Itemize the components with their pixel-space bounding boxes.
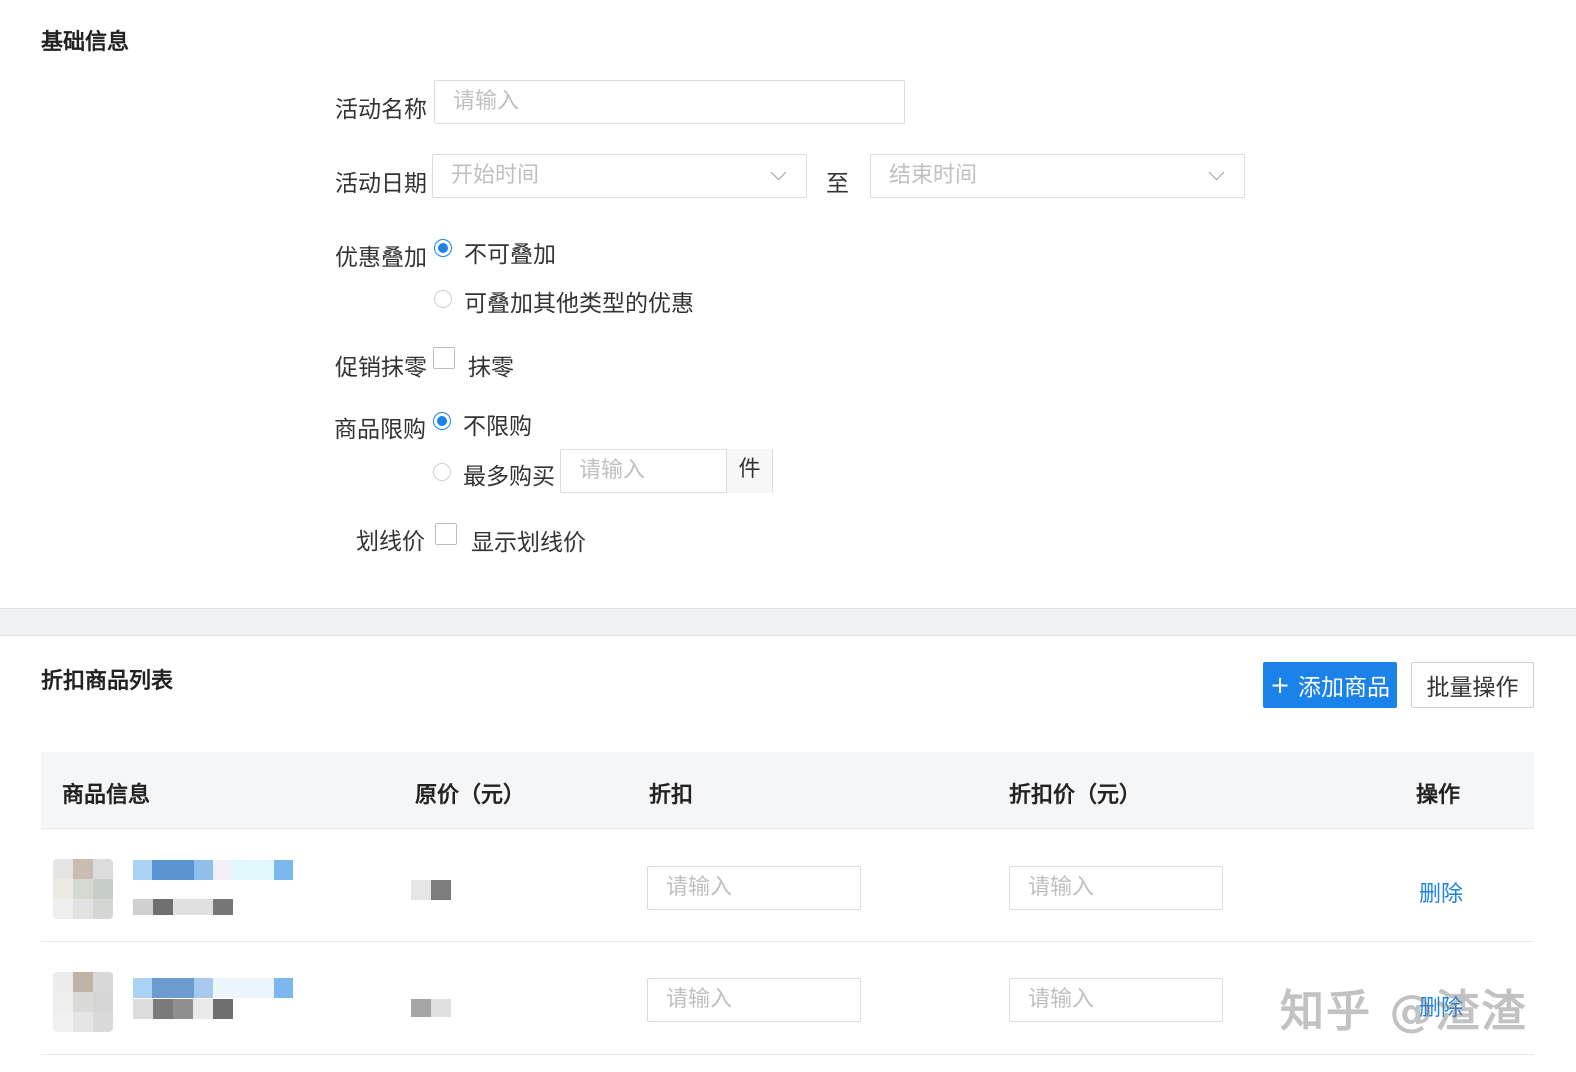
radio-can-stack[interactable]: [434, 290, 452, 308]
discount-price-input[interactable]: 请输入: [1009, 978, 1223, 1022]
table-row: 请输入 请输入 删除: [41, 829, 1534, 942]
radio-can-stack-label: 可叠加其他类型的优惠: [464, 291, 694, 317]
rounding-checkbox[interactable]: [433, 347, 455, 369]
max-purchase-input-group[interactable]: 请输入 件: [560, 449, 773, 493]
product-spec-blurred: [133, 899, 233, 915]
product-spec-blurred: [133, 999, 233, 1019]
product-thumbnail: [53, 972, 113, 1032]
discount-stack-label: 优惠叠加: [335, 245, 427, 271]
column-header-original-price: 原价（元）: [415, 783, 526, 808]
section-divider: [0, 608, 1576, 636]
rounding-option-label: 抹零: [468, 355, 514, 381]
radio-unlimited[interactable]: [433, 412, 451, 430]
watermark: 知乎 @渣渣: [1280, 986, 1528, 1037]
discount-price-input[interactable]: 请输入: [1009, 866, 1223, 910]
start-date-placeholder: 开始时间: [451, 163, 540, 188]
strike-price-label: 划线价: [356, 529, 425, 555]
original-price-blurred: [411, 999, 451, 1017]
column-header-actions: 操作: [1416, 783, 1461, 808]
column-header-product-info: 商品信息: [62, 783, 151, 808]
strike-price-option-label: 显示划线价: [471, 530, 586, 556]
radio-unlimited-label: 不限购: [463, 414, 532, 440]
strike-price-checkbox[interactable]: [435, 523, 457, 545]
column-header-discount-price: 折扣价（元）: [1009, 783, 1142, 808]
section-title-basic-info: 基础信息: [41, 30, 130, 55]
end-date-picker[interactable]: 结束时间: [870, 154, 1245, 198]
discount-input[interactable]: 请输入: [647, 866, 861, 910]
activity-date-label: 活动日期: [335, 171, 427, 197]
end-date-placeholder: 结束时间: [889, 163, 978, 188]
chevron-down-icon: [1208, 164, 1225, 181]
activity-name-input[interactable]: 请输入: [434, 80, 905, 124]
radio-max-purchase[interactable]: [433, 463, 451, 481]
original-price-blurred: [411, 880, 451, 900]
rounding-label: 促销抹零: [335, 355, 427, 381]
delete-link[interactable]: 删除: [1419, 876, 1463, 908]
product-thumbnail: [53, 859, 113, 919]
discount-price-placeholder: 请输入: [1028, 987, 1095, 1012]
product-name-blurred: [133, 978, 293, 998]
table-header: 商品信息 原价（元） 折扣 折扣价（元） 操作: [41, 752, 1534, 829]
plus-icon: +: [1269, 671, 1291, 699]
unit-addon: 件: [726, 449, 772, 493]
discount-price-placeholder: 请输入: [1028, 875, 1095, 900]
purchase-limit-label: 商品限购: [334, 417, 426, 443]
radio-no-stack[interactable]: [434, 239, 452, 257]
discount-placeholder: 请输入: [666, 987, 733, 1012]
product-name-blurred: [133, 860, 293, 880]
activity-name-label: 活动名称: [335, 97, 427, 123]
discount-input[interactable]: 请输入: [647, 978, 861, 1022]
radio-max-purchase-label: 最多购买: [463, 464, 555, 490]
chevron-down-icon: [770, 164, 787, 181]
batch-operation-button[interactable]: 批量操作: [1411, 662, 1534, 708]
section-title-product-list: 折扣商品列表: [41, 669, 174, 694]
add-product-button[interactable]: + 添加商品: [1263, 662, 1397, 708]
column-header-discount: 折扣: [649, 783, 694, 808]
activity-name-placeholder: 请输入: [453, 89, 520, 114]
add-product-label: 添加商品: [1298, 675, 1391, 701]
start-date-picker[interactable]: 开始时间: [432, 154, 807, 198]
discount-placeholder: 请输入: [666, 875, 733, 900]
max-purchase-placeholder: 请输入: [579, 458, 646, 483]
radio-no-stack-label: 不可叠加: [464, 242, 556, 268]
date-separator: 至: [826, 171, 849, 197]
